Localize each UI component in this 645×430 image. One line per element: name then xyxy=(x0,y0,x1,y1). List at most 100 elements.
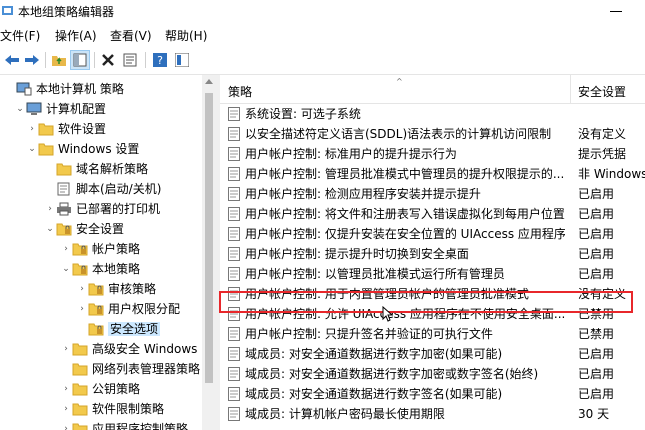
tree-pane: 本地计算机 策略 ⌄ 计算机配置 › 软件设置 ⌄ Windows 设置 域名解析策略 脚本(启… xyxy=(0,75,218,430)
policy-setting: 已启用 xyxy=(578,267,615,281)
delete-icon[interactable] xyxy=(98,50,118,70)
policy-setting: 已启用 xyxy=(578,247,615,261)
tree-item[interactable]: ⌄ 本地策略 xyxy=(60,259,140,279)
minimize-button[interactable] xyxy=(610,11,622,12)
scroll-up-icon[interactable] xyxy=(205,79,213,84)
computer-icon xyxy=(26,102,42,116)
forward-arrow-icon[interactable] xyxy=(22,50,42,70)
policy-name: 系统设置: 可选子系统 xyxy=(245,107,361,121)
tree-item-label: 网络列表管理器策略 xyxy=(92,362,201,376)
chevron-right-icon[interactable]: › xyxy=(44,199,56,219)
chevron-right-icon[interactable]: › xyxy=(60,239,72,259)
chevron-right-icon[interactable]: › xyxy=(76,299,88,319)
menu-view[interactable]: 查看(V) xyxy=(110,27,152,44)
help-pane-icon[interactable] xyxy=(172,50,192,70)
policy-row[interactable]: 用户帐户控制: 管理员批准模式中管理员的提升权限提示的... 非 Windows xyxy=(220,164,645,184)
menu-action[interactable]: 操作(A) xyxy=(55,27,97,44)
chevron-right-icon[interactable]: › xyxy=(60,419,72,430)
policy-setting: 已启用 xyxy=(578,387,615,401)
chevron-down-icon[interactable]: ⌄ xyxy=(14,99,26,119)
properties-icon[interactable] xyxy=(120,50,140,70)
menu-file[interactable]: 文件(F) xyxy=(0,27,40,44)
tree-item[interactable]: 安全选项 xyxy=(76,319,161,339)
policy-row[interactable]: 以安全描述符定义语言(SDDL)语法表示的计算机访问限制 没有定义 xyxy=(220,124,645,144)
chevron-right-icon[interactable]: › xyxy=(60,339,72,359)
tree-item[interactable]: › 应用程序控制策略 xyxy=(60,419,188,430)
chevron-right-icon[interactable]: › xyxy=(76,279,88,299)
tree-item-label: 帐户策略 xyxy=(92,242,141,256)
tree-item-label: 审核策略 xyxy=(108,282,157,296)
tree-item[interactable]: 域名解析策略 xyxy=(44,159,148,179)
tree-item[interactable]: › 软件设置 xyxy=(26,119,106,139)
policy-name: 用户帐户控制: 检测应用程序安装并提示提升 xyxy=(245,187,481,201)
tree-item[interactable]: › 公钥策略 xyxy=(60,379,140,399)
policy-name: 用户帐户控制: 标准用户的提升提示行为 xyxy=(245,147,457,161)
policy-list: ^ 策略 安全设置 系统设置: 可选子系统 以安全描述符定义语言(SDDL)语法表… xyxy=(220,75,645,430)
tree-item-label: Windows 设置 xyxy=(58,142,140,156)
policy-row[interactable]: 用户帐户控制: 检测应用程序安装并提示提升 已启用 xyxy=(220,184,645,204)
folder-icon xyxy=(72,362,88,376)
chevron-down-icon[interactable]: ⌄ xyxy=(44,219,56,239)
policy-setting: 已禁用 xyxy=(578,327,615,341)
tree-item[interactable]: ⌄ 安全设置 xyxy=(44,219,124,239)
tree-item-label: 已部署的打印机 xyxy=(76,202,161,216)
security-folder-icon xyxy=(88,282,104,296)
toolbar-separator xyxy=(45,52,46,68)
tree-item-label: 域名解析策略 xyxy=(76,162,149,176)
policy-name: 用户帐户控制: 管理员批准模式中管理员的提升权限提示的... xyxy=(245,167,565,181)
folder-icon xyxy=(72,342,88,356)
chevron-down-icon[interactable]: ⌄ xyxy=(60,259,72,279)
show-hide-tree-icon[interactable] xyxy=(70,50,90,70)
column-header-policy[interactable]: 策略 xyxy=(228,83,252,100)
scrollbar-thumb[interactable] xyxy=(205,93,213,383)
chevron-right-icon[interactable]: › xyxy=(26,119,38,139)
help-icon[interactable]: ? xyxy=(150,50,170,70)
tree-item-label: 用户权限分配 xyxy=(108,302,181,316)
up-folder-icon[interactable] xyxy=(49,50,69,70)
policy-row[interactable]: 域成员: 对安全通道数据进行数字加密或数字签名(始终) 已启用 xyxy=(220,364,645,384)
policy-icon xyxy=(228,267,240,281)
folder-icon xyxy=(72,382,88,396)
tree-item[interactable]: › 审核策略 xyxy=(76,279,156,299)
policy-name: 用户帐户控制: 提示提升时切换到安全桌面 xyxy=(245,247,469,261)
policy-row[interactable]: 用户帐户控制: 只提升签名并验证的可执行文件 已禁用 xyxy=(220,324,645,344)
policy-row[interactable]: 用户帐户控制: 提示提升时切换到安全桌面 已启用 xyxy=(220,244,645,264)
tree-item[interactable]: › 高级安全 Windows xyxy=(60,339,197,359)
tree-item[interactable]: 网络列表管理器策略 xyxy=(60,359,200,379)
tree-item[interactable]: › 软件限制策略 xyxy=(60,399,164,419)
policy-row[interactable]: 域成员: 对安全通道数据进行数字加密(如果可能) 已启用 xyxy=(220,344,645,364)
policy-setting: 已启用 xyxy=(578,207,615,221)
chevron-right-icon[interactable]: › xyxy=(60,379,72,399)
tree-item[interactable]: › 已部署的打印机 xyxy=(44,199,160,219)
menu-help[interactable]: 帮助(H) xyxy=(165,27,207,44)
policy-row[interactable]: 用户帐户控制: 以管理员批准模式运行所有管理员 已启用 xyxy=(220,264,645,284)
policy-icon xyxy=(228,127,240,141)
tree-item[interactable]: ⌄ 计算机配置 xyxy=(14,99,106,119)
folder-icon xyxy=(56,162,72,176)
tree-item[interactable]: › 用户权限分配 xyxy=(76,299,180,319)
folder-icon xyxy=(72,422,88,430)
policy-name: 用户帐户控制: 只提升签名并验证的可执行文件 xyxy=(245,327,493,341)
tree-item[interactable]: › 帐户策略 xyxy=(60,239,140,259)
column-separator[interactable] xyxy=(570,75,571,103)
policy-icon xyxy=(228,367,240,381)
tree-item[interactable]: 脚本(启动/关机) xyxy=(44,179,161,199)
tree-item-label: 本地计算机 策略 xyxy=(36,82,124,96)
column-header-setting[interactable]: 安全设置 xyxy=(578,83,626,100)
chevron-down-icon[interactable]: ⌄ xyxy=(26,139,38,159)
chevron-right-icon[interactable]: › xyxy=(60,399,72,419)
tree-item[interactable]: ⌄ Windows 设置 xyxy=(26,139,139,159)
policy-setting: 已启用 xyxy=(578,187,615,201)
policy-row[interactable]: 域成员: 对安全通道数据进行数字签名(如果可能) 已启用 xyxy=(220,384,645,404)
tree-scrollbar[interactable] xyxy=(202,75,216,430)
policy-row[interactable]: 用户帐户控制: 标准用户的提升提示行为 提示凭据 xyxy=(220,144,645,164)
policy-setting: 已启用 xyxy=(578,347,615,361)
policy-row[interactable]: 用户帐户控制: 仅提升安装在安全位置的 UIAccess 应用程序 已启用 xyxy=(220,224,645,244)
policy-name: 用户帐户控制: 仅提升安装在安全位置的 UIAccess 应用程序 xyxy=(245,227,565,241)
policy-row[interactable]: 用户帐户控制: 将文件和注册表写入错误虚拟化到每用户位置 已启用 xyxy=(220,204,645,224)
back-arrow-icon[interactable] xyxy=(2,50,22,70)
tree-item[interactable]: 本地计算机 策略 xyxy=(4,79,124,99)
policy-row[interactable]: 域成员: 计算机帐户密码最长使用期限 30 天 xyxy=(220,404,645,424)
policy-row[interactable]: 系统设置: 可选子系统 xyxy=(220,104,645,124)
policy-name: 域成员: 对安全通道数据进行数字加密(如果可能) xyxy=(245,347,503,361)
